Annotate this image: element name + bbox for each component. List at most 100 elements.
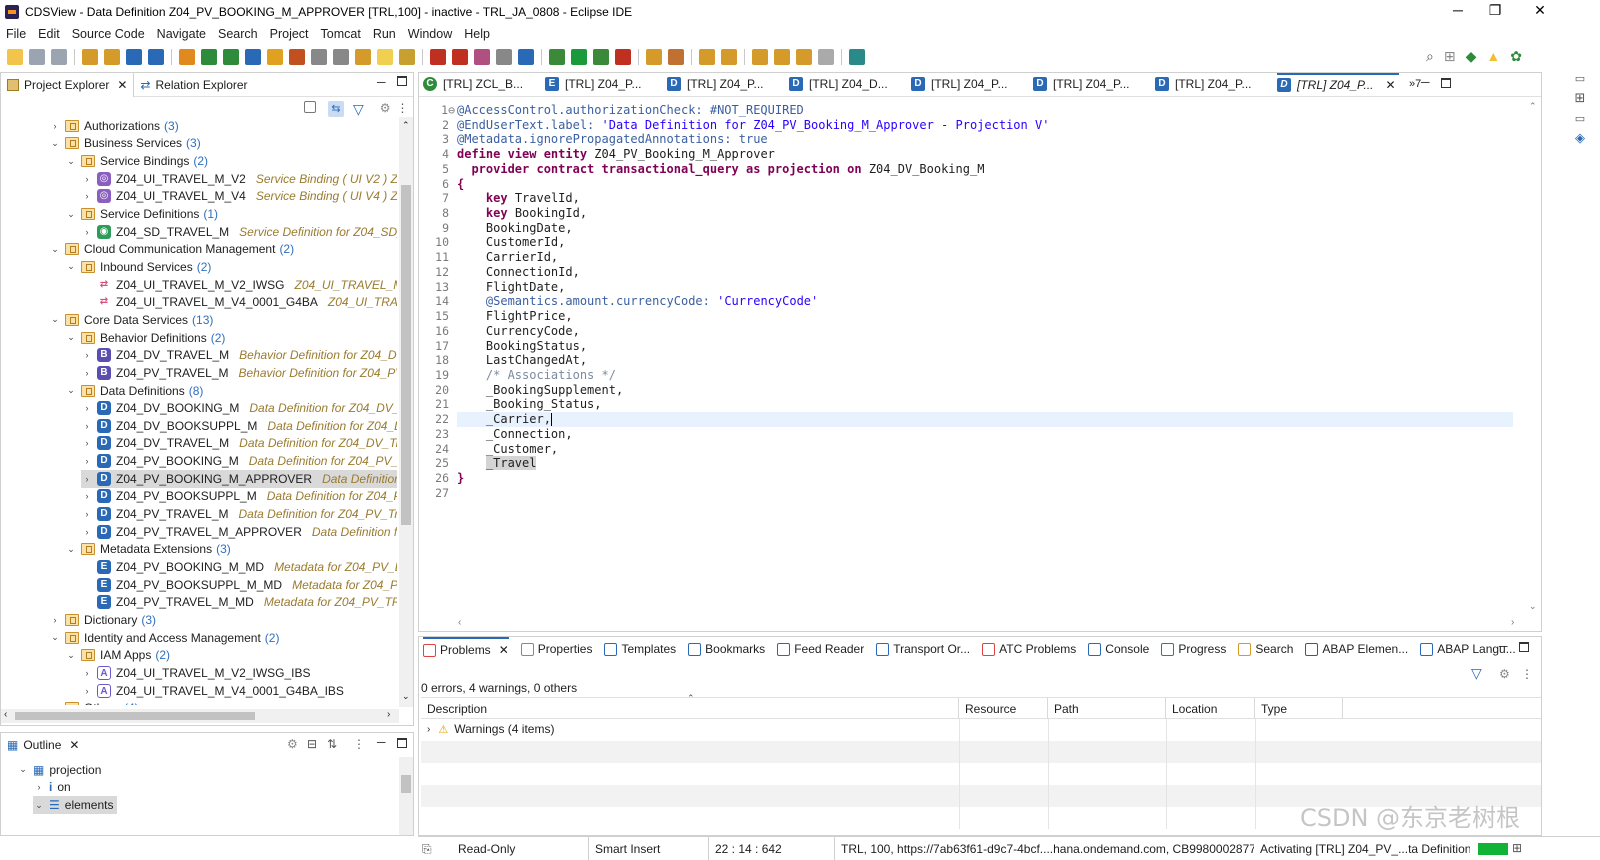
minimize-view-icon[interactable]: ─ <box>377 735 386 749</box>
progress-view-icon[interactable]: ⊞ <box>1512 841 1522 855</box>
scroll-up-icon[interactable]: ⌃ <box>402 120 410 131</box>
editor-horizontal-scrollbar[interactable]: ‹ › <box>455 617 1527 631</box>
code-line[interactable]: key BookingId, <box>457 206 1513 221</box>
restore-icon[interactable]: ▭ <box>1568 72 1592 90</box>
view-options-icon[interactable]: ⚙ <box>380 101 391 118</box>
chevron-right-icon[interactable]: › <box>81 668 93 678</box>
save-all-icon[interactable] <box>51 49 67 65</box>
chevron-right-icon[interactable]: › <box>427 724 430 735</box>
tree-item[interactable]: ⌄ Data Definitions (8) <box>65 382 203 400</box>
code-line[interactable]: CurrencyCode, <box>457 324 1513 339</box>
tree-item[interactable]: ⌄ Core Data Services (13) <box>49 311 213 329</box>
tree-item[interactable]: E Z04_PV_BOOKING_M_MD Metadata for Z04_PV_… <box>81 558 397 576</box>
view-menu-icon[interactable]: ⋮ <box>397 101 409 118</box>
bottom-tab-abap-elemen[interactable]: ABAP Elemen... <box>1305 642 1408 656</box>
editor-tabs-overflow[interactable]: »7 <box>1409 73 1421 95</box>
sun-icon[interactable] <box>267 49 283 65</box>
code-line[interactable]: _Booking_Status, <box>457 397 1513 412</box>
bottom-tab-feed-reader[interactable]: Feed Reader <box>777 642 864 656</box>
editor-tab[interactable]: D [TRL] Z04_P... <box>667 73 785 95</box>
scroll-up-icon[interactable]: ⌃ <box>1529 101 1537 112</box>
scroll-down-icon[interactable]: ⌄ <box>402 691 410 702</box>
chevron-down-icon[interactable]: ⌄ <box>49 138 61 149</box>
chevron-down-icon[interactable]: ⌄ <box>65 156 77 167</box>
tree-item[interactable]: › ◎ Z04_UI_TRAVEL_M_V2 Service Binding ( UI… <box>81 170 397 188</box>
tree-item[interactable]: › D Z04_PV_TRAVEL_M_APPROVER Data Definitio… <box>81 523 397 541</box>
highlight-icon[interactable] <box>399 49 415 65</box>
chevron-right-icon[interactable]: › <box>49 615 61 625</box>
new-icon[interactable] <box>7 49 23 65</box>
outline-scrollbar[interactable] <box>399 757 413 835</box>
tree-item[interactable]: ⇄ Z04_UI_TRAVEL_M_V4_0001_G4BA Z04_UI_TRAV… <box>81 294 397 312</box>
open-perspective-icon[interactable]: ⊞ <box>1444 48 1456 65</box>
tree-item[interactable]: E Z04_PV_TRAVEL_M_MD Metadata for Z04_PV_T… <box>81 594 397 612</box>
tree-item[interactable]: ⌄ Metadata Extensions (3) <box>65 541 231 559</box>
outline-item[interactable]: ⌄ ☰ elements <box>33 796 118 814</box>
menu-item-project[interactable]: Project <box>264 27 315 41</box>
chevron-down-icon[interactable]: ⌄ <box>65 544 77 555</box>
tree-item[interactable]: › B Z04_DV_TRAVEL_M Behavior Definition for… <box>81 346 397 364</box>
check-icon[interactable] <box>245 49 261 65</box>
code-line[interactable]: ConnectionId, <box>457 265 1513 280</box>
tree-item[interactable]: ⌄ Service Bindings (2) <box>65 152 208 170</box>
chevron-right-icon[interactable]: › <box>81 527 93 537</box>
next-annotation-icon[interactable] <box>699 49 715 65</box>
tree-item[interactable]: › D Z04_PV_BOOKING_M Data Definition for Z0… <box>81 452 397 470</box>
run-abap-icon[interactable] <box>201 49 217 65</box>
scroll-left-icon[interactable]: ‹ <box>458 617 461 628</box>
code-line[interactable]: @AccessControl.authorizationCheck: #NOT_… <box>457 103 1513 118</box>
link-icon[interactable] <box>355 49 371 65</box>
tree-item[interactable]: ⌄ Business Services (3) <box>49 135 201 153</box>
editor-tab[interactable]: D [TRL] Z04_P... <box>1033 73 1151 95</box>
warnings-group[interactable]: › ⚠ Warnings (4 items) <box>427 722 554 736</box>
chevron-down-icon[interactable]: ⌄ <box>49 244 61 255</box>
menu-item-window[interactable]: Window <box>402 27 458 41</box>
search-icon[interactable]: ⌕ <box>1426 48 1434 65</box>
outline-item[interactable]: ⌄ ▦ projection <box>17 761 101 779</box>
undo-icon[interactable] <box>82 49 98 65</box>
run-icon[interactable] <box>571 49 587 65</box>
code-editor[interactable]: @AccessControl.authorizationCheck: #NOT_… <box>457 97 1527 617</box>
chevron-right-icon[interactable]: › <box>81 403 93 413</box>
maximize-view-icon[interactable] <box>1519 642 1529 652</box>
table-row[interactable]: › ⚠ Warnings (4 items) <box>421 719 1541 741</box>
open-type-icon[interactable] <box>179 49 195 65</box>
chevron-down-icon[interactable]: ⌄ <box>49 314 61 325</box>
close-tab-icon[interactable]: ✕ <box>499 643 509 657</box>
outline-alpha-sort-icon[interactable]: ⇅ <box>327 737 337 751</box>
minimize-editor-icon[interactable]: ─ <box>1421 75 1430 89</box>
tree-item[interactable]: › D Z04_PV_TRAVEL_M Data Definition for Z04… <box>81 505 397 523</box>
tree-horizontal-scrollbar[interactable]: ‹ › <box>1 709 399 723</box>
chevron-right-icon[interactable]: › <box>81 421 93 431</box>
tree-item[interactable]: › ◉ Z04_SD_TRAVEL_M Service Definition for … <box>81 223 397 241</box>
chevron-right-icon[interactable]: › <box>81 509 93 519</box>
tree-item[interactable]: › D Z04_DV_BOOKSUPPL_M Data Definition for … <box>81 417 397 435</box>
code-line[interactable]: _Carrier, <box>457 412 1513 427</box>
terminal-icon[interactable] <box>126 49 142 65</box>
close-tab-icon[interactable]: ✕ <box>117 78 127 92</box>
chevron-right-icon[interactable]: › <box>81 686 93 696</box>
bottom-tab-console[interactable]: Console <box>1088 642 1149 656</box>
bottom-tab-transport-or[interactable]: Transport Or... <box>876 642 970 656</box>
outline-sort-icon[interactable]: ⚙ <box>287 737 298 751</box>
scroll-right-icon[interactable]: › <box>387 709 390 720</box>
search-icon[interactable] <box>148 49 164 65</box>
menu-item-navigate[interactable]: Navigate <box>151 27 212 41</box>
code-line[interactable]: define view entity Z04_PV_Booking_M_Appr… <box>457 147 1513 162</box>
abap-perspective-icon[interactable]: ◆ <box>1466 48 1477 65</box>
scroll-right-icon[interactable]: › <box>1511 617 1514 628</box>
chevron-down-icon[interactable]: ⌄ <box>65 385 77 396</box>
restore-button[interactable]: ❐ <box>1480 2 1510 19</box>
code-line[interactable]: CustomerId, <box>457 235 1513 250</box>
code-line[interactable] <box>457 486 1513 501</box>
minimize-view-icon[interactable]: ─ <box>377 75 386 89</box>
redo-icon[interactable] <box>104 49 120 65</box>
view-options-icon[interactable]: ⚙ <box>1499 667 1510 681</box>
menu-item-search[interactable]: Search <box>212 27 264 41</box>
menu-item-edit[interactable]: Edit <box>32 27 66 41</box>
code-line[interactable]: /* Associations */ <box>457 368 1513 383</box>
mark-icon[interactable] <box>377 49 393 65</box>
coverage-icon[interactable] <box>593 49 609 65</box>
code-line[interactable]: _Customer, <box>457 442 1513 457</box>
editor-tab[interactable]: D [TRL] Z04_P... <box>911 73 1029 95</box>
